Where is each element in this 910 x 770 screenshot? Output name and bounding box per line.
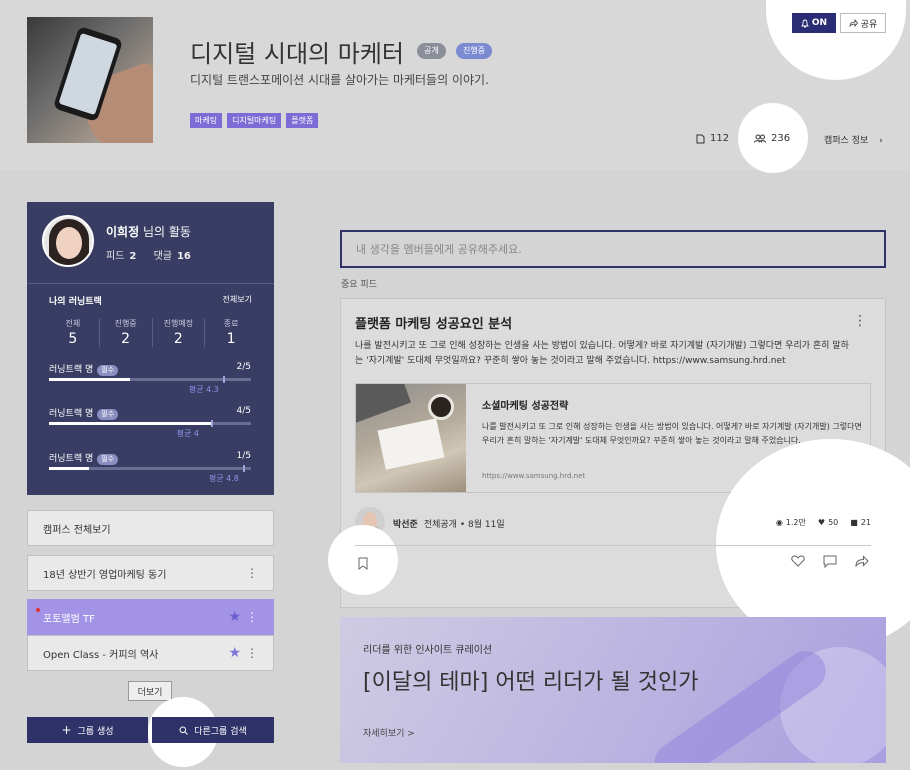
- group-subtitle: 디지털 트랜스포메이션 시대를 살아가는 마케터들의 이야기.: [190, 73, 489, 87]
- post-author: 박선준 전체공개 • 8월 11일: [393, 520, 505, 530]
- star-icon[interactable]: ★: [228, 645, 241, 661]
- eye-icon: ◉: [775, 518, 783, 527]
- post-count: 112: [696, 133, 729, 144]
- bell-icon: [801, 19, 809, 27]
- group-header: 디지털 시대의 마케터 공개 진행중 디지털 트랜스포메이션 시대를 살아가는 …: [0, 0, 910, 173]
- learning-track-counts: 전체 5 진행중 2 진행예정 2 종료 1: [47, 318, 257, 347]
- highlight-circle: [766, 0, 906, 80]
- tag[interactable]: 디지털마케팅: [227, 113, 282, 128]
- share-icon[interactable]: [855, 555, 869, 572]
- share-button[interactable]: 공유: [840, 13, 886, 33]
- members-icon: [754, 134, 766, 143]
- sidebar-item-group-active[interactable]: 포토앨범 TF ★ ⋮: [27, 599, 274, 635]
- more-options-icon[interactable]: ⋮: [246, 646, 258, 660]
- comment-icon[interactable]: [823, 555, 837, 572]
- post-metrics: ◉ 1.2만 ♥ 50 ■ 21: [775, 518, 871, 527]
- campus-info-link[interactable]: 캠퍼스 정보 ›: [824, 133, 883, 146]
- group-title: 디지털 시대의 마케터: [190, 40, 404, 68]
- more-options-icon[interactable]: ⋮: [246, 610, 258, 624]
- search-group-button[interactable]: 다른그룹 검색: [152, 717, 274, 743]
- tag-list: 마케팅 디지털마케팅 플랫폼: [190, 113, 319, 128]
- notification-toggle-button[interactable]: ON: [792, 13, 836, 33]
- sidebar-item-group[interactable]: 18년 상반기 영업마케팅 동기 ⋮: [27, 555, 274, 591]
- member-count[interactable]: 236: [754, 133, 790, 144]
- avatar: [42, 215, 94, 267]
- plus-icon: +: [61, 723, 72, 737]
- learning-track-title: 나의 러닝트랙: [49, 297, 102, 307]
- learning-track-view-all[interactable]: 전체보기: [223, 294, 252, 305]
- learning-track-item[interactable]: 러닝트랙 명 필수 1/5 평균 4.8: [49, 451, 251, 483]
- section-label: 중요 피드: [341, 280, 377, 290]
- public-badge: 공개: [417, 43, 446, 59]
- heart-icon: ♥: [817, 518, 826, 527]
- new-indicator: [36, 608, 40, 612]
- status-badge: 진행중: [456, 43, 493, 59]
- banner-subtitle: 리더를 위한 인사이트 큐레이션: [363, 645, 493, 656]
- banner-title: [이달의 테마] 어떤 리더가 될 것인가: [363, 670, 699, 695]
- insight-banner[interactable]: 리더를 위한 인사이트 큐레이션 [이달의 테마] 어떤 리더가 될 것인가 자…: [340, 617, 886, 763]
- share-thought-input[interactable]: 내 생각을 멤버들에게 공유해주세요.: [340, 230, 886, 268]
- star-icon[interactable]: ★: [228, 609, 241, 625]
- profile-name: 이희정 님의 활동: [106, 225, 191, 239]
- learning-track-item[interactable]: 러닝트랙 명 필수 2/5 평균 4.3: [49, 362, 251, 394]
- tag[interactable]: 마케팅: [190, 113, 223, 128]
- search-icon: [179, 726, 189, 735]
- feed-card: 플랫폼 마케팅 성공요인 분석 ⋮ 나를 발전시키고 또 그로 인해 성장하는 …: [328, 298, 910, 649]
- sidebar-item-group[interactable]: Open Class - 커피의 역사 ★ ⋮: [27, 635, 274, 671]
- bookmark-icon[interactable]: [358, 557, 368, 573]
- post-actions: [791, 555, 869, 572]
- document-icon: [696, 134, 705, 143]
- sidebar-item-campus-all[interactable]: 캠퍼스 전체보기: [27, 510, 274, 546]
- tag[interactable]: 플랫폼: [286, 113, 319, 128]
- link-preview-image: [356, 384, 466, 492]
- like-icon[interactable]: [791, 555, 805, 572]
- share-icon: [849, 19, 858, 27]
- chevron-right-icon: ›: [879, 136, 883, 146]
- more-options-icon[interactable]: ⋮: [853, 313, 867, 329]
- link-preview-title: 소셜마케팅 성공전략: [482, 401, 569, 412]
- activity-panel: 이희정 님의 활동 피드 2 댓글 16 나의 러닝트랙 전체보기 전체 5 진행중 2…: [27, 202, 274, 495]
- post-body: 나를 발전시키고 또 그로 인해 성장하는 인생을 사는 방법이 있습니다. 어…: [355, 341, 849, 366]
- post-title[interactable]: 플랫폼 마케팅 성공요인 분석: [355, 313, 512, 332]
- learning-track-item[interactable]: 러닝트랙 명 필수 4/5 평균 4: [49, 406, 251, 438]
- comment-icon: ■: [850, 518, 858, 527]
- link-preview-url: https://www.samsung.hrd.net: [482, 472, 586, 480]
- profile-stats: 피드 2 댓글 16: [106, 251, 191, 262]
- more-groups-button[interactable]: 더보기: [128, 681, 172, 701]
- more-options-icon[interactable]: ⋮: [246, 566, 258, 580]
- banner-more-link[interactable]: 자세히보기 >: [363, 726, 415, 739]
- create-group-button[interactable]: + 그룹 생성: [27, 717, 148, 743]
- group-cover-image: [27, 17, 153, 143]
